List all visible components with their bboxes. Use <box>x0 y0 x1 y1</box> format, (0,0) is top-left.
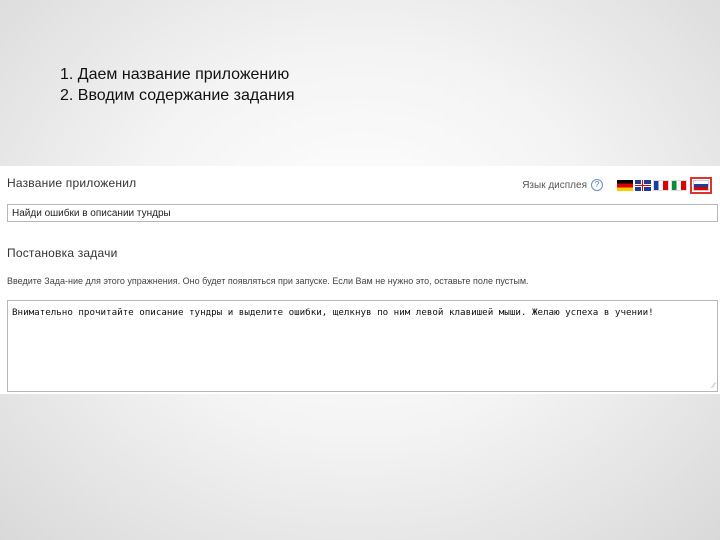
task-hint: Введите Зада-ние для этого упражнения. О… <box>7 276 529 286</box>
app-settings-panel: Название приложенил Язык дисплея ? Найди… <box>0 166 720 394</box>
task-textarea[interactable]: Внимательно прочитайте описание тундры и… <box>7 300 718 392</box>
flag-fr-icon[interactable] <box>653 179 669 191</box>
instruction-line-1: 1. Даем название приложению <box>60 66 290 83</box>
flag-de-icon[interactable] <box>617 179 633 191</box>
app-title-input[interactable]: Найди ошибки в описании тундры <box>7 204 718 222</box>
flag-ru-selected[interactable] <box>690 176 712 194</box>
app-name-label: Название приложенил <box>7 176 137 190</box>
instruction-line-2: 2. Вводим содержание задания <box>60 87 295 104</box>
help-icon[interactable]: ? <box>591 179 603 191</box>
resize-handle-icon[interactable]: ⁄⁄ <box>712 381 715 390</box>
task-text: Внимательно прочитайте описание тундры и… <box>12 307 654 318</box>
instructions: 1. Даем название приложению 2. Вводим со… <box>60 64 295 106</box>
flag-it-icon[interactable] <box>671 179 687 191</box>
app-name-row: Название приложенил Язык дисплея ? <box>7 176 712 194</box>
language-label: Язык дисплея <box>522 179 587 191</box>
flag-ru-icon[interactable] <box>693 179 709 191</box>
flag-uk-icon[interactable] <box>635 179 651 191</box>
language-selector: Язык дисплея ? <box>522 176 712 194</box>
task-heading: Постановка задачи <box>7 246 118 260</box>
